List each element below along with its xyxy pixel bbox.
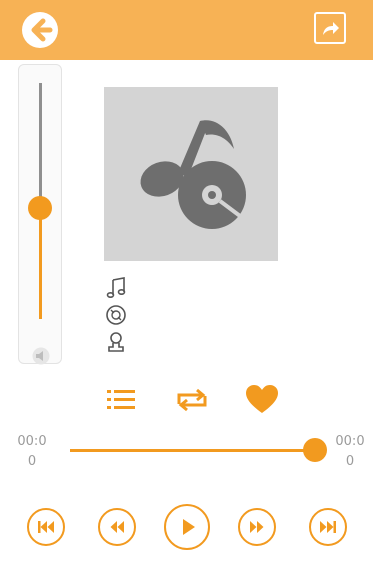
volume-fill — [39, 208, 42, 319]
music-note-icon — [106, 277, 126, 298]
total-time-line2: 0 — [345, 454, 355, 469]
play-button[interactable] — [164, 504, 210, 550]
artist-icon — [108, 332, 124, 352]
speaker-muted-icon[interactable] — [32, 347, 50, 365]
favorite-heart-icon[interactable] — [245, 384, 279, 414]
elapsed-time-line2: 0 — [27, 454, 37, 469]
skip-next-button[interactable] — [309, 508, 347, 546]
seek-fill — [70, 449, 315, 452]
back-button[interactable] — [22, 12, 58, 48]
skip-previous-icon — [38, 521, 54, 533]
share-button[interactable] — [314, 12, 346, 44]
album-disc-icon — [106, 305, 126, 325]
skip-next-icon — [320, 521, 336, 533]
total-time-line1: 00:0 — [335, 434, 365, 449]
top-bar — [0, 0, 373, 60]
rewind-button[interactable] — [98, 508, 136, 546]
seek-thumb[interactable] — [303, 438, 327, 462]
fast-forward-button[interactable] — [238, 508, 276, 546]
elapsed-time-line1: 00:0 — [17, 434, 47, 449]
playlist-icon[interactable] — [105, 386, 137, 414]
fast-forward-icon — [250, 521, 264, 533]
repeat-icon[interactable] — [173, 386, 211, 414]
volume-slider[interactable] — [18, 64, 62, 365]
music-disc-icon — [140, 120, 246, 229]
back-arrow-icon — [31, 18, 53, 42]
play-icon — [183, 519, 195, 535]
share-icon — [323, 22, 339, 35]
album-art — [104, 87, 278, 261]
skip-previous-button[interactable] — [27, 508, 65, 546]
volume-thumb[interactable] — [28, 196, 52, 221]
rewind-icon — [110, 521, 124, 533]
